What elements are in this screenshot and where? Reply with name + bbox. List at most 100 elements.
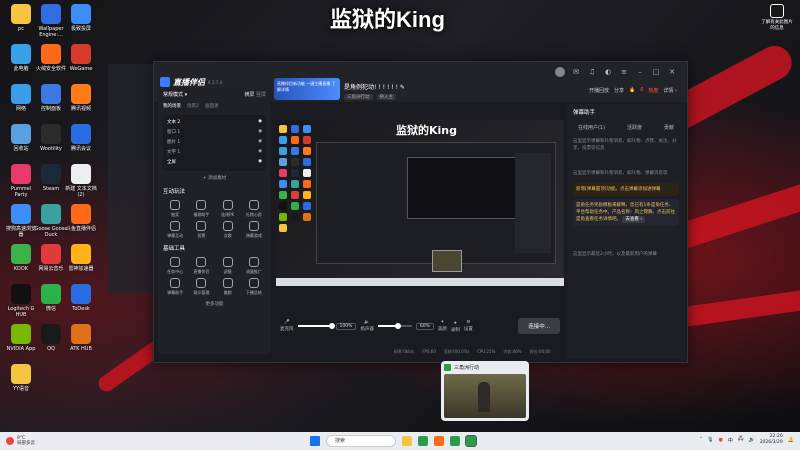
desktop-icon[interactable]: Pummel Party bbox=[4, 164, 38, 198]
tool-item[interactable]: 美颜 bbox=[215, 278, 241, 296]
tool-item[interactable]: 礼物心愿 bbox=[241, 200, 267, 218]
more-functions-button[interactable]: 更多功能 bbox=[158, 301, 271, 307]
portrait-toggle[interactable]: 竖屏 bbox=[256, 92, 266, 98]
category-tag[interactable]: 三角洲行动 bbox=[344, 94, 373, 100]
tool-item[interactable]: 投票 bbox=[188, 221, 214, 239]
settings-button[interactable]: ⚙ 设置 bbox=[464, 320, 473, 332]
stream-preview[interactable]: 监狱的King bbox=[276, 120, 564, 286]
taskbar-app-icon[interactable] bbox=[450, 436, 460, 446]
scene-item[interactable]: 文字 1 ◉ bbox=[167, 147, 262, 157]
eye-icon[interactable]: ◉ bbox=[258, 119, 262, 125]
tool-item[interactable]: 福袋助手 bbox=[188, 200, 214, 218]
edit-icon[interactable]: ✎ bbox=[400, 84, 405, 91]
tool-item[interactable]: 任务中心 bbox=[162, 257, 188, 275]
tool-item[interactable]: 直播伴侣 bbox=[188, 257, 214, 275]
mic-slider[interactable] bbox=[297, 323, 335, 329]
tool-item[interactable]: 流量推广 bbox=[241, 257, 267, 275]
mode-select[interactable]: 常规模式 ▾ bbox=[163, 91, 187, 98]
desktop-icon[interactable]: Wootility bbox=[34, 124, 68, 152]
open-live-replay[interactable]: 开播回放 bbox=[589, 87, 609, 94]
clock[interactable]: 22:20 2026/3/29 bbox=[760, 434, 783, 446]
desktop-icon[interactable]: 新建 文本文档 (2) bbox=[64, 164, 98, 198]
weather-widget[interactable]: 9°C 局部多云 bbox=[0, 436, 90, 446]
tab-scene-2[interactable]: 场景2 bbox=[187, 103, 199, 109]
promo-banner[interactable]: 直播伴侣新功能 一键主播直播 了解详情 bbox=[274, 78, 340, 100]
desktop-icon[interactable]: QQ bbox=[34, 324, 68, 352]
eye-icon[interactable]: ◉ bbox=[258, 129, 262, 135]
start-live-button[interactable]: 连接中... bbox=[518, 318, 560, 334]
tray-mic-icon[interactable]: 🎙 bbox=[707, 437, 713, 443]
mic-slider-knob[interactable] bbox=[328, 323, 335, 329]
desktop-icon[interactable]: WeGame bbox=[64, 44, 98, 72]
desktop-icon[interactable]: 回收站 bbox=[4, 124, 38, 152]
tab-activity[interactable]: 活跃度 bbox=[627, 124, 642, 131]
eye-icon[interactable]: ◉ bbox=[258, 159, 262, 165]
desktop-icon[interactable]: KOOK bbox=[4, 244, 38, 272]
scene-item[interactable]: 文本 2 ◉ bbox=[167, 117, 262, 127]
desktop-icon-image-info[interactable]: 了解有关此图片的信息 bbox=[760, 4, 794, 32]
desktop-icon[interactable]: pc bbox=[4, 4, 38, 32]
room-action-button[interactable]: 换入主 bbox=[376, 94, 396, 100]
skin-icon[interactable]: ◐ bbox=[603, 67, 613, 77]
desktop-icon[interactable]: 火绒安全软件 bbox=[34, 44, 68, 72]
mic-percent[interactable]: 100% bbox=[335, 322, 357, 330]
desktop-icon[interactable]: NVIDIA App bbox=[4, 324, 38, 352]
desktop-icon[interactable]: 极致投屏 bbox=[64, 4, 98, 32]
scene-item[interactable]: 全屏 ◉ bbox=[167, 157, 262, 167]
volume-icon[interactable]: 🔊 bbox=[748, 437, 754, 443]
taskbar-search[interactable]: 搜索 bbox=[326, 435, 396, 447]
start-button[interactable] bbox=[310, 436, 320, 446]
language-indicator[interactable]: 中 bbox=[728, 437, 733, 444]
avatar[interactable] bbox=[555, 67, 565, 77]
menu-icon[interactable]: ≡ bbox=[619, 67, 629, 77]
desktop-icon[interactable]: 雷神加速器 bbox=[64, 244, 98, 272]
popup-preview-image[interactable] bbox=[444, 374, 526, 418]
landscape-toggle[interactable]: 横屏 bbox=[244, 92, 254, 98]
speaker-slider-knob[interactable] bbox=[395, 323, 402, 329]
eye-icon[interactable]: ◉ bbox=[258, 139, 262, 145]
detail-link[interactable]: 详情 › bbox=[663, 87, 677, 94]
desktop-icon[interactable]: 网易云音乐 bbox=[34, 244, 68, 272]
tool-item[interactable]: 弹幕游戏 bbox=[241, 221, 267, 239]
share-button[interactable]: 分享 bbox=[614, 87, 624, 94]
taskbar-app-icon[interactable] bbox=[418, 436, 428, 446]
notice-link[interactable]: 去查看 › bbox=[622, 216, 646, 223]
tool-item[interactable]: 观众管理 bbox=[188, 278, 214, 296]
speaker-slider[interactable] bbox=[377, 323, 412, 329]
desktop-icon[interactable]: 斗鱼直播伴侣 bbox=[64, 204, 98, 232]
mic-control[interactable]: 🎤 麦克风 bbox=[280, 320, 294, 332]
taskbar-delta-force-icon[interactable] bbox=[465, 435, 477, 447]
add-source-button[interactable]: + 添加素材 bbox=[158, 175, 271, 181]
scene-item[interactable]: 窗口 1 ◉ bbox=[167, 127, 262, 137]
taskbar-app-icon[interactable] bbox=[434, 436, 444, 446]
desktop-icon[interactable]: 此电脑 bbox=[4, 44, 38, 72]
desktop-icon[interactable]: YY语音 bbox=[4, 364, 38, 392]
desktop-icon[interactable]: ToDesk bbox=[64, 284, 98, 312]
desktop-icon[interactable]: Wallpaper Engine:... bbox=[34, 4, 68, 38]
desktop-icon[interactable]: 微信 bbox=[34, 284, 68, 312]
speaker-percent[interactable]: 60% bbox=[415, 322, 434, 330]
tool-item[interactable]: 下播总结 bbox=[241, 278, 267, 296]
desktop-icon[interactable]: Logitech G HUB bbox=[4, 284, 38, 318]
desktop-icon[interactable]: Steam bbox=[34, 164, 68, 192]
tool-item[interactable]: 点歌 bbox=[215, 221, 241, 239]
tab-sources[interactable]: 画面源 bbox=[205, 103, 219, 109]
taskbar-thumbnail-popup[interactable]: 三角洲行动 bbox=[441, 361, 529, 421]
notification-icon[interactable]: 🔔 bbox=[788, 437, 794, 443]
tool-item[interactable]: 连线PK bbox=[215, 200, 241, 218]
desktop-icon[interactable]: 搜狗高速浏览器 bbox=[4, 204, 38, 238]
desktop-icon[interactable]: 腾讯会议 bbox=[64, 124, 98, 152]
eye-icon[interactable]: ◉ bbox=[258, 149, 262, 155]
tab-online-users[interactable]: 在线用户(1) bbox=[578, 124, 605, 131]
record-button[interactable]: ⏺ 录制 bbox=[451, 320, 460, 333]
tool-item[interactable]: 弹幕互动 bbox=[162, 221, 188, 239]
tray-app-icon[interactable]: ● bbox=[718, 437, 722, 443]
message-icon[interactable]: ✉ bbox=[571, 67, 581, 77]
tab-my-scenes[interactable]: 我的场景 bbox=[163, 103, 181, 109]
desktop-icon[interactable]: 网络 bbox=[4, 84, 38, 112]
desktop-icon[interactable]: ATK HUB bbox=[64, 324, 98, 352]
tool-item[interactable]: 抽奖 bbox=[162, 200, 188, 218]
scene-item[interactable]: 图片 1 ◉ bbox=[167, 137, 262, 147]
desktop-icon[interactable]: 腾讯视频 bbox=[64, 84, 98, 112]
desktop-icon[interactable]: Goose Goose Duck bbox=[34, 204, 68, 238]
